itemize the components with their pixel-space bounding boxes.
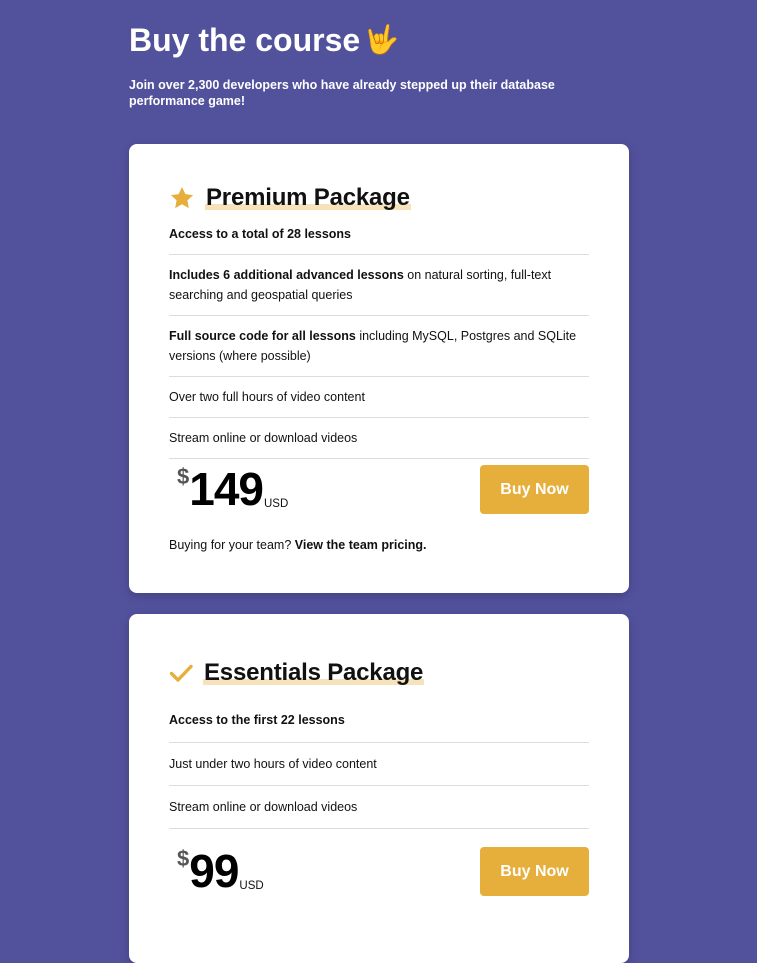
currency-code: USD — [239, 880, 264, 892]
star-icon — [169, 185, 195, 211]
premium-feature-item: Access to a total of 28 lessons — [169, 224, 589, 255]
page-subtitle: Join over 2,300 developers who have alre… — [129, 78, 555, 108]
premium-feature-item: Full source code for all lessons includi… — [169, 316, 589, 377]
essentials-feature-item: Stream online or download videos — [169, 786, 589, 829]
feature-text: Stream online or download videos — [169, 431, 358, 445]
currency-code: USD — [264, 498, 289, 510]
essentials-buy-now-button[interactable]: Buy Now — [480, 847, 589, 896]
feature-text: Stream online or download videos — [169, 800, 358, 814]
essentials-package-header: Essentials Package — [169, 659, 425, 687]
essentials-feature-list: Access to the first 22 lessons Just unde… — [169, 710, 589, 829]
premium-feature-list: Access to a total of 28 lessons Includes… — [169, 224, 589, 459]
essentials-feature-item: Just under two hours of video content — [169, 743, 589, 786]
premium-buy-now-button[interactable]: Buy Now — [480, 465, 589, 514]
page-title-text: Buy the course — [129, 22, 361, 58]
price-amount: 149 — [189, 463, 264, 515]
premium-package-card: Premium Package Access to a total of 28 … — [129, 144, 629, 593]
essentials-package-title: Essentials Package — [203, 659, 425, 687]
essentials-price: $ 99 USD — [177, 845, 264, 897]
price-amount: 99 — [189, 845, 239, 897]
checkmark-icon — [169, 660, 193, 686]
premium-feature-item: Over two full hours of video content — [169, 377, 589, 418]
currency-symbol: $ — [177, 464, 190, 489]
feature-bold-text: Access to the first 22 lessons — [169, 713, 345, 727]
premium-package-title: Premium Package — [205, 184, 411, 212]
page-title: Buy the course 🤟 — [129, 20, 399, 60]
feature-text: Just under two hours of video content — [169, 757, 377, 771]
team-pricing-note: Buying for your team? View the team pric… — [169, 537, 427, 553]
premium-price: $ 149 USD — [177, 463, 289, 515]
premium-feature-item: Stream online or download videos — [169, 418, 589, 459]
currency-symbol: $ — [177, 846, 190, 871]
feature-bold-text: Includes 6 additional advanced lessons — [169, 268, 404, 282]
premium-package-header: Premium Package — [169, 184, 411, 212]
team-pricing-link[interactable]: View the team pricing. — [295, 538, 427, 552]
feature-bold-text: Access to a total of 28 lessons — [169, 227, 352, 241]
team-pricing-text: Buying for your team? — [169, 538, 295, 552]
feature-bold-text: Full source code for all lessons — [169, 329, 356, 343]
premium-feature-item: Includes 6 additional advanced lessons o… — [169, 255, 589, 316]
rock-hand-emoji: 🤟 — [364, 23, 400, 56]
feature-text: Over two full hours of video content — [169, 390, 365, 404]
essentials-package-card: Essentials Package Access to the first 2… — [129, 614, 629, 963]
essentials-feature-item: Access to the first 22 lessons — [169, 710, 589, 743]
